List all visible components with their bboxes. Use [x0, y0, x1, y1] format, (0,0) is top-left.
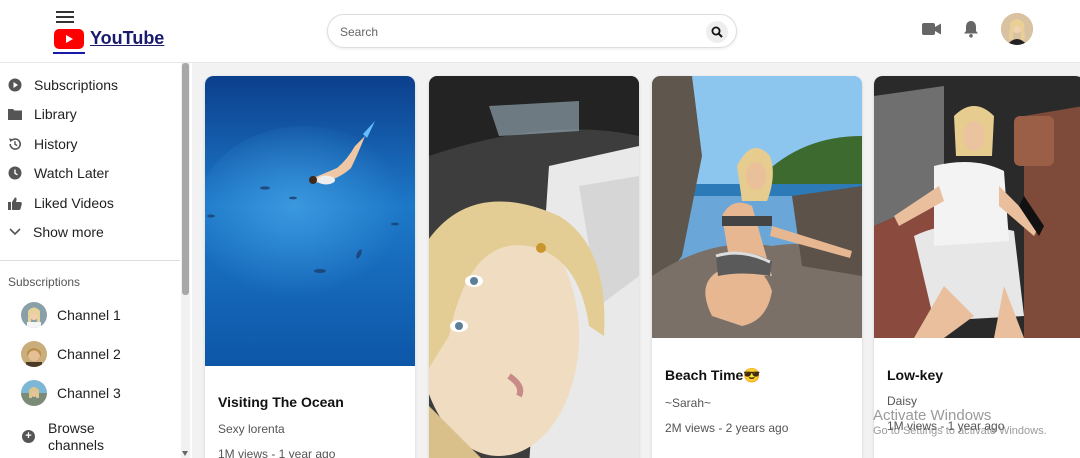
sidebar-item-subscriptions[interactable]: Subscriptions	[0, 72, 180, 98]
subscriptions-heading: Subscriptions	[8, 275, 81, 289]
video-card[interactable]: Beach Time😎 ~Sarah~ 2M views - 2 years a…	[652, 76, 862, 458]
top-bar: YouTube	[0, 0, 1080, 63]
sidebar-item-label: History	[34, 136, 78, 152]
sidebar-item-label: Liked Videos	[34, 195, 114, 211]
sidebar-channel-2[interactable]: Channel 2	[0, 339, 180, 369]
sidebar: Subscriptions Library History Watch Late…	[0, 63, 192, 458]
search-bar	[327, 14, 737, 48]
video-thumbnail[interactable]	[205, 76, 415, 366]
video-thumbnail[interactable]	[874, 76, 1080, 338]
video-thumbnail[interactable]	[652, 76, 862, 338]
channel-avatar	[21, 380, 47, 406]
browse-channels-label: Browse channels	[48, 420, 105, 453]
video-meta: 1M views - 1 year ago	[218, 447, 336, 458]
video-grid: Visiting The Ocean Sexy lorenta 1M views…	[192, 63, 1080, 458]
video-author[interactable]: Daisy	[887, 394, 917, 408]
search-button[interactable]	[706, 21, 728, 43]
play-circle-icon	[8, 78, 22, 92]
video-card[interactable]	[429, 76, 639, 458]
avatar[interactable]	[1001, 13, 1033, 45]
thumbs-up-icon	[8, 196, 22, 210]
sidebar-item-label: Library	[34, 106, 77, 122]
channel-label: Channel 3	[57, 385, 121, 401]
video-author[interactable]: ~Sarah~	[665, 396, 711, 410]
sidebar-item-show-more[interactable]: Show more	[0, 219, 180, 245]
sidebar-item-library[interactable]: Library	[0, 101, 180, 127]
sidebar-item-label: Show more	[33, 224, 104, 240]
chevron-down-icon	[8, 225, 22, 239]
scrollbar-thumb[interactable]	[182, 63, 189, 295]
logo-text[interactable]: YouTube	[90, 28, 164, 49]
folder-icon	[8, 107, 22, 121]
video-meta: 1M views - 1 year ago	[887, 419, 1005, 433]
search-input[interactable]	[340, 21, 700, 43]
menu-icon[interactable]	[56, 8, 74, 24]
sidebar-channel-1[interactable]: Channel 1	[0, 300, 180, 330]
channel-avatar	[21, 302, 47, 328]
clock-icon	[8, 166, 22, 180]
video-card[interactable]: Low-key Daisy 1M views - 1 year ago	[874, 76, 1080, 458]
browse-channels-button[interactable]: + Browse channels	[0, 420, 180, 454]
video-author[interactable]: Sexy lorenta	[218, 422, 285, 436]
youtube-logo-icon	[53, 28, 85, 54]
plus-circle-icon: +	[22, 430, 35, 443]
youtube-logo[interactable]: YouTube	[53, 28, 164, 54]
sidebar-item-liked-videos[interactable]: Liked Videos	[0, 190, 180, 216]
history-icon	[8, 137, 22, 151]
bell-icon[interactable]	[963, 20, 979, 43]
scroll-down-arrow-icon[interactable]	[182, 451, 188, 456]
video-meta: 2M views - 2 years ago	[665, 421, 789, 435]
channel-label: Channel 1	[57, 307, 121, 323]
sidebar-item-label: Watch Later	[34, 165, 109, 181]
channel-avatar	[21, 341, 47, 367]
sidebar-scrollbar[interactable]	[181, 63, 190, 458]
channel-label: Channel 2	[57, 346, 121, 362]
video-card[interactable]: Visiting The Ocean Sexy lorenta 1M views…	[205, 76, 415, 458]
sidebar-item-watch-later[interactable]: Watch Later	[0, 160, 180, 186]
sidebar-item-label: Subscriptions	[34, 77, 119, 93]
video-thumbnail[interactable]	[429, 76, 639, 458]
sidebar-item-history[interactable]: History	[0, 131, 180, 157]
search-icon	[711, 26, 723, 38]
video-title[interactable]: Beach Time😎	[665, 367, 761, 384]
sidebar-channel-3[interactable]: Channel 3	[0, 378, 180, 408]
video-title[interactable]: Low-key	[887, 367, 943, 383]
video-camera-icon[interactable]	[922, 22, 942, 41]
sidebar-divider	[0, 260, 180, 261]
video-title[interactable]: Visiting The Ocean	[218, 394, 344, 410]
